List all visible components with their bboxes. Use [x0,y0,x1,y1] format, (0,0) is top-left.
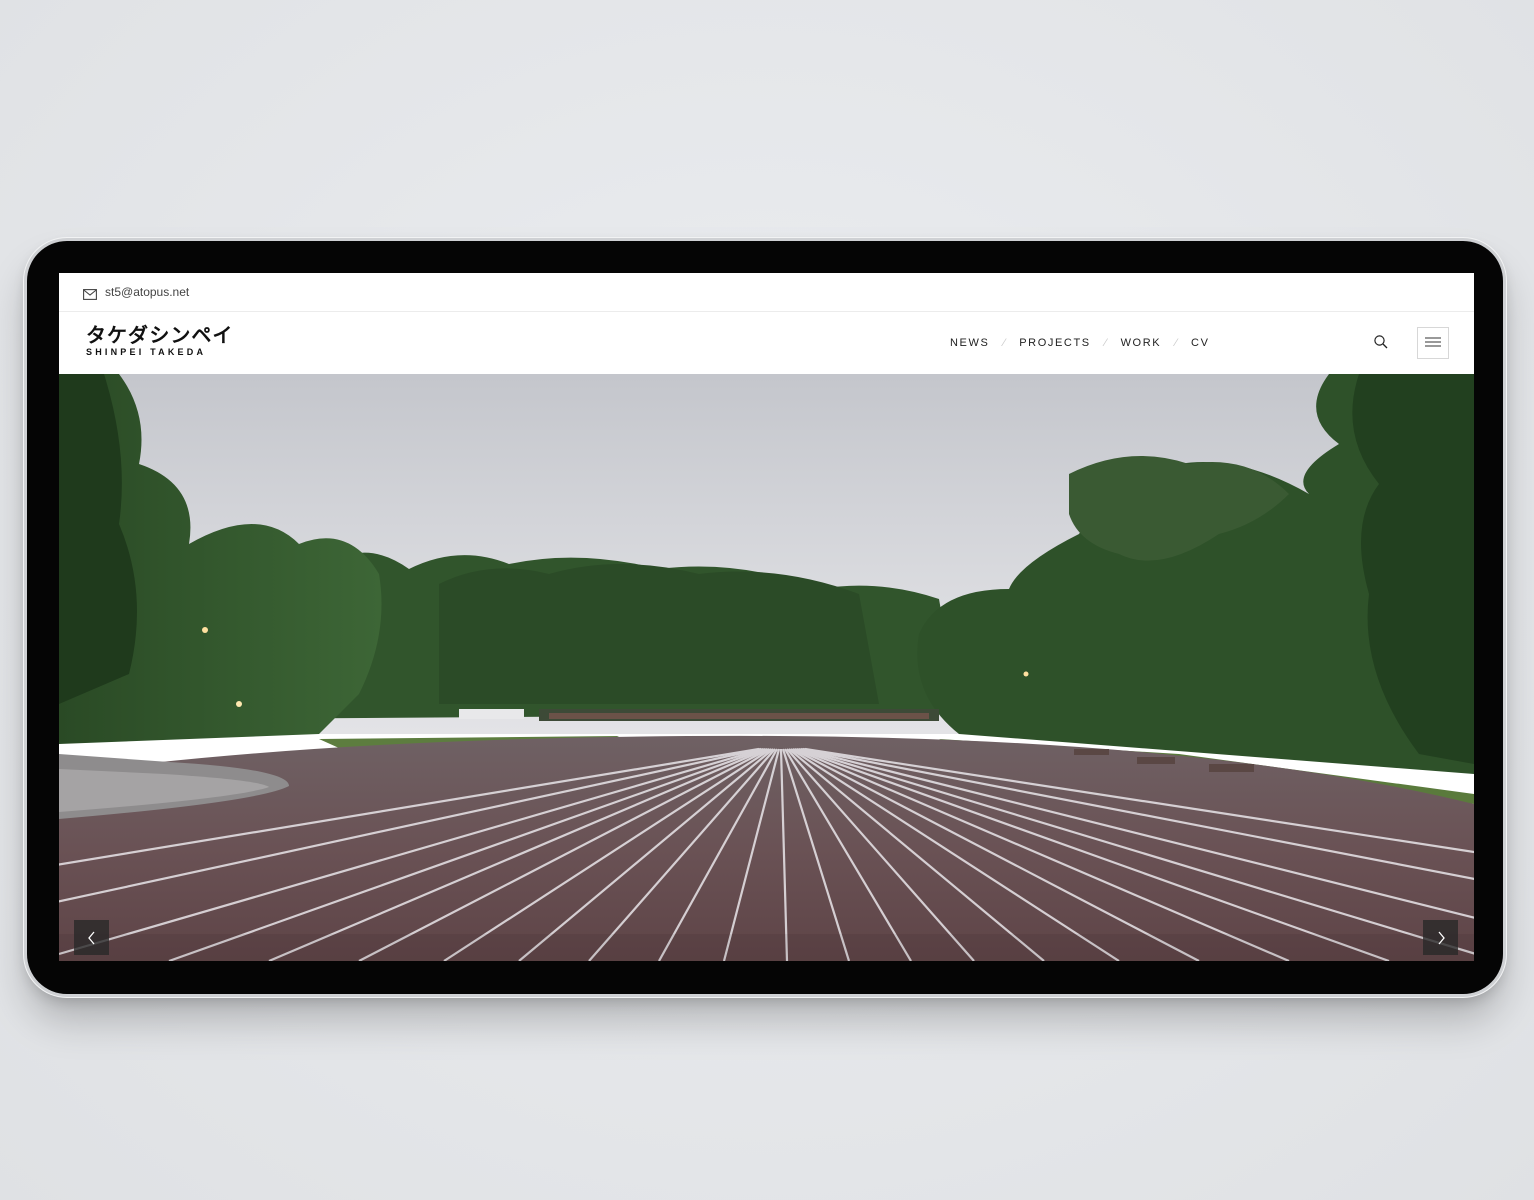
nav-item-work[interactable]: WORK [1121,337,1162,349]
nav-separator: ⁄ [1175,337,1178,349]
slider-prev-button[interactable] [74,920,109,955]
site-logo[interactable]: タケダシンペイ SHINPEI TAKEDA [86,324,233,357]
hero-slider-image [59,374,1474,961]
slider-next-button[interactable] [1423,920,1458,955]
nav-item-cv[interactable]: CV [1191,337,1209,349]
nav-item-news[interactable]: NEWS [950,337,989,349]
nav-item-projects[interactable]: PROJECTS [1019,337,1090,349]
search-icon[interactable] [1373,334,1389,350]
site-header: タケダシンペイ SHINPEI TAKEDA NEWS ⁄ PROJECTS ⁄… [59,312,1474,374]
nav-separator: ⁄ [1104,337,1107,349]
top-contact-bar: st5@atopus.net [59,273,1474,312]
logo-english: SHINPEI TAKEDA [86,347,207,357]
main-nav: NEWS ⁄ PROJECTS ⁄ WORK ⁄ CV [950,337,1210,349]
chevron-right-icon [1436,931,1446,945]
browser-screen: st5@atopus.net タケダシンペイ SHINPEI TAKEDA NE… [59,273,1474,961]
menu-button[interactable] [1417,327,1449,359]
chevron-left-icon [87,931,97,945]
nav-separator: ⁄ [1003,337,1006,349]
envelope-icon [83,287,97,300]
email-link[interactable]: st5@atopus.net [105,285,189,299]
hamburger-menu-icon [1425,334,1441,352]
logo-japanese: タケダシンペイ [86,323,234,347]
